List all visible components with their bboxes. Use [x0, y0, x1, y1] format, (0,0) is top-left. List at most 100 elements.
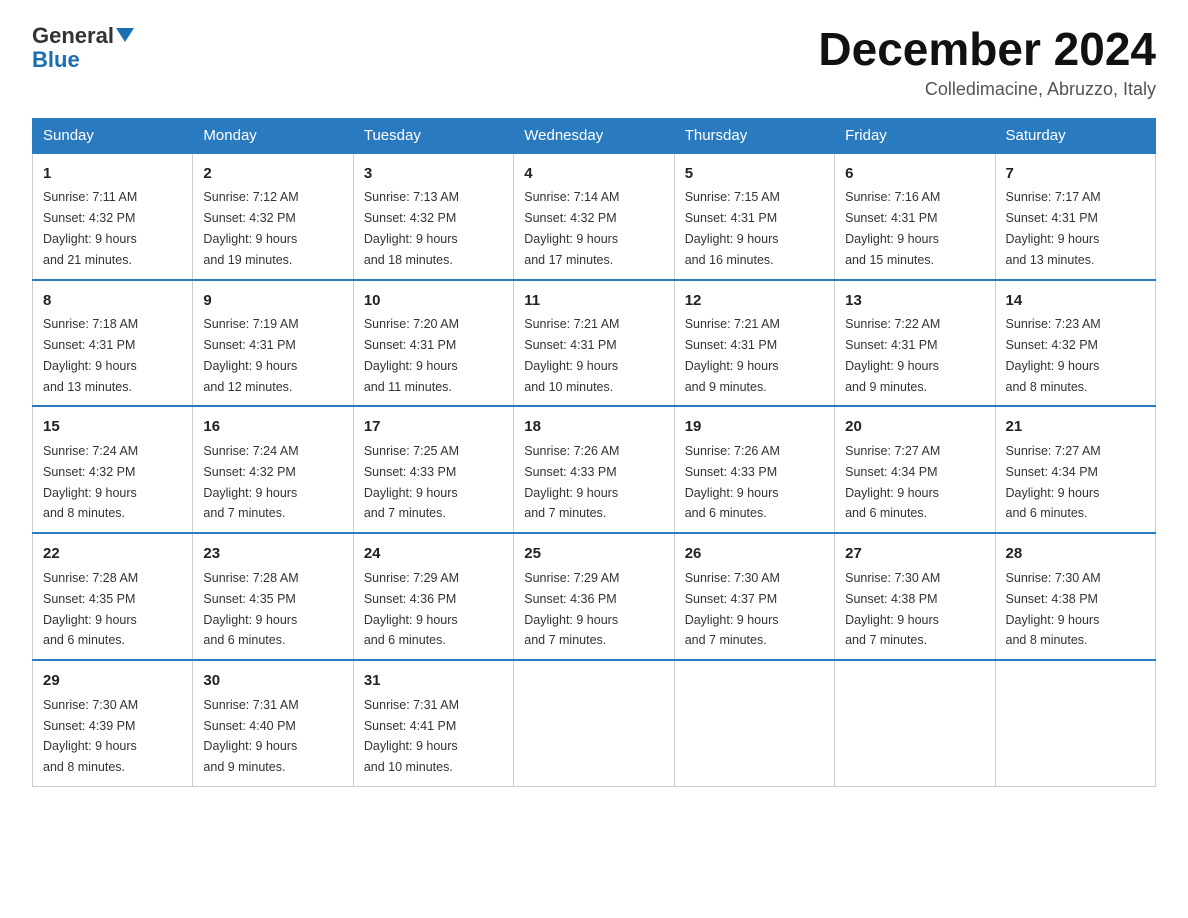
day-number: 17 [364, 415, 503, 438]
day-number: 28 [1006, 542, 1145, 565]
day-info: Sunrise: 7:24 AM Sunset: 4:32 PM Dayligh… [203, 444, 298, 521]
calendar-day-cell: 1Sunrise: 7:11 AM Sunset: 4:32 PM Daylig… [33, 153, 193, 280]
calendar-day-cell: 31 Sunrise: 7:31 AM Sunset: 4:41 PM Dayli… [353, 660, 513, 786]
day-number: 24 [364, 542, 503, 565]
calendar-day-cell: 4 Sunrise: 7:14 AM Sunset: 4:32 PM Daylig… [514, 153, 674, 280]
day-info: Sunrise: 7:13 AM Sunset: 4:32 PM Dayligh… [364, 190, 459, 267]
calendar-table: Sunday Monday Tuesday Wednesday Thursday… [32, 118, 1156, 788]
calendar-subtitle: Colledimacine, Abruzzo, Italy [818, 79, 1156, 100]
calendar-day-cell: 5Sunrise: 7:15 AM Sunset: 4:31 PM Daylig… [674, 153, 834, 280]
calendar-day-cell: 10 Sunrise: 7:20 AM Sunset: 4:31 PM Dayli… [353, 280, 513, 407]
col-friday: Friday [835, 118, 995, 153]
day-info: Sunrise: 7:12 AM Sunset: 4:32 PM Dayligh… [203, 190, 298, 267]
day-info: Sunrise: 7:15 AM Sunset: 4:31 PM Dayligh… [685, 190, 780, 267]
calendar-header: Sunday Monday Tuesday Wednesday Thursday… [33, 118, 1156, 153]
day-info: Sunrise: 7:16 AM Sunset: 4:31 PM Dayligh… [845, 190, 940, 267]
day-info: Sunrise: 7:17 AM Sunset: 4:31 PM Dayligh… [1006, 190, 1101, 267]
day-info: Sunrise: 7:31 AM Sunset: 4:41 PM Dayligh… [364, 698, 459, 775]
day-number: 27 [845, 542, 984, 565]
calendar-day-cell: 6 Sunrise: 7:16 AM Sunset: 4:31 PM Daylig… [835, 153, 995, 280]
day-info: Sunrise: 7:30 AM Sunset: 4:37 PM Dayligh… [685, 571, 780, 648]
day-number: 25 [524, 542, 663, 565]
day-info: Sunrise: 7:23 AM Sunset: 4:32 PM Dayligh… [1006, 317, 1101, 394]
day-info: Sunrise: 7:26 AM Sunset: 4:33 PM Dayligh… [524, 444, 619, 521]
day-number: 23 [203, 542, 342, 565]
calendar-day-cell: 27 Sunrise: 7:30 AM Sunset: 4:38 PM Dayli… [835, 533, 995, 660]
day-number: 6 [845, 162, 984, 185]
calendar-day-cell: 30 Sunrise: 7:31 AM Sunset: 4:40 PM Dayli… [193, 660, 353, 786]
calendar-day-cell [995, 660, 1155, 786]
calendar-body: 1Sunrise: 7:11 AM Sunset: 4:32 PM Daylig… [33, 153, 1156, 787]
calendar-day-cell: 23 Sunrise: 7:28 AM Sunset: 4:35 PM Dayli… [193, 533, 353, 660]
col-sunday: Sunday [33, 118, 193, 153]
logo-line2: Blue [32, 48, 80, 72]
calendar-week-row: 1Sunrise: 7:11 AM Sunset: 4:32 PM Daylig… [33, 153, 1156, 280]
calendar-day-cell: 22 Sunrise: 7:28 AM Sunset: 4:35 PM Dayli… [33, 533, 193, 660]
calendar-day-cell: 13 Sunrise: 7:22 AM Sunset: 4:31 PM Dayli… [835, 280, 995, 407]
day-number: 8 [43, 289, 182, 312]
calendar-day-cell: 15Sunrise: 7:24 AM Sunset: 4:32 PM Dayli… [33, 406, 193, 533]
day-info: Sunrise: 7:14 AM Sunset: 4:32 PM Dayligh… [524, 190, 619, 267]
col-thursday: Thursday [674, 118, 834, 153]
day-number: 20 [845, 415, 984, 438]
day-number: 31 [364, 669, 503, 692]
calendar-day-cell: 19 Sunrise: 7:26 AM Sunset: 4:33 PM Dayli… [674, 406, 834, 533]
calendar-week-row: 22 Sunrise: 7:28 AM Sunset: 4:35 PM Dayli… [33, 533, 1156, 660]
col-monday: Monday [193, 118, 353, 153]
calendar-day-cell: 7 Sunrise: 7:17 AM Sunset: 4:31 PM Daylig… [995, 153, 1155, 280]
day-number: 13 [845, 289, 984, 312]
day-info: Sunrise: 7:19 AM Sunset: 4:31 PM Dayligh… [203, 317, 298, 394]
day-number: 22 [43, 542, 182, 565]
day-info: Sunrise: 7:28 AM Sunset: 4:35 PM Dayligh… [203, 571, 298, 648]
logo: General Blue [32, 24, 134, 72]
day-info: Sunrise: 7:28 AM Sunset: 4:35 PM Dayligh… [43, 571, 138, 648]
calendar-day-cell: 21Sunrise: 7:27 AM Sunset: 4:34 PM Dayli… [995, 406, 1155, 533]
calendar-day-cell: 2 Sunrise: 7:12 AM Sunset: 4:32 PM Daylig… [193, 153, 353, 280]
day-info: Sunrise: 7:26 AM Sunset: 4:33 PM Dayligh… [685, 444, 780, 521]
day-number: 7 [1006, 162, 1145, 185]
day-info: Sunrise: 7:22 AM Sunset: 4:31 PM Dayligh… [845, 317, 940, 394]
calendar-day-cell: 24 Sunrise: 7:29 AM Sunset: 4:36 PM Dayli… [353, 533, 513, 660]
calendar-day-cell: 29Sunrise: 7:30 AM Sunset: 4:39 PM Dayli… [33, 660, 193, 786]
day-number: 11 [524, 289, 663, 312]
day-info: Sunrise: 7:29 AM Sunset: 4:36 PM Dayligh… [364, 571, 459, 648]
day-info: Sunrise: 7:30 AM Sunset: 4:39 PM Dayligh… [43, 698, 138, 775]
day-number: 10 [364, 289, 503, 312]
day-number: 18 [524, 415, 663, 438]
calendar-day-cell [835, 660, 995, 786]
day-info: Sunrise: 7:27 AM Sunset: 4:34 PM Dayligh… [845, 444, 940, 521]
calendar-day-cell: 20 Sunrise: 7:27 AM Sunset: 4:34 PM Dayli… [835, 406, 995, 533]
calendar-day-cell: 28Sunrise: 7:30 AM Sunset: 4:38 PM Dayli… [995, 533, 1155, 660]
day-info: Sunrise: 7:18 AM Sunset: 4:31 PM Dayligh… [43, 317, 138, 394]
day-number: 30 [203, 669, 342, 692]
day-number: 12 [685, 289, 824, 312]
day-info: Sunrise: 7:20 AM Sunset: 4:31 PM Dayligh… [364, 317, 459, 394]
calendar-day-cell: 8 Sunrise: 7:18 AM Sunset: 4:31 PM Daylig… [33, 280, 193, 407]
day-info: Sunrise: 7:21 AM Sunset: 4:31 PM Dayligh… [524, 317, 619, 394]
calendar-day-cell: 3Sunrise: 7:13 AM Sunset: 4:32 PM Daylig… [353, 153, 513, 280]
day-info: Sunrise: 7:31 AM Sunset: 4:40 PM Dayligh… [203, 698, 298, 775]
day-info: Sunrise: 7:29 AM Sunset: 4:36 PM Dayligh… [524, 571, 619, 648]
col-wednesday: Wednesday [514, 118, 674, 153]
day-number: 26 [685, 542, 824, 565]
day-info: Sunrise: 7:25 AM Sunset: 4:33 PM Dayligh… [364, 444, 459, 521]
day-number: 19 [685, 415, 824, 438]
day-number: 15 [43, 415, 182, 438]
calendar-day-cell: 12Sunrise: 7:21 AM Sunset: 4:31 PM Dayli… [674, 280, 834, 407]
page-header: General Blue December 2024 Colledimacine… [32, 24, 1156, 100]
calendar-day-cell: 25 Sunrise: 7:29 AM Sunset: 4:36 PM Dayli… [514, 533, 674, 660]
calendar-day-cell [514, 660, 674, 786]
calendar-day-cell: 26 Sunrise: 7:30 AM Sunset: 4:37 PM Dayli… [674, 533, 834, 660]
day-info: Sunrise: 7:30 AM Sunset: 4:38 PM Dayligh… [845, 571, 940, 648]
day-number: 2 [203, 162, 342, 185]
day-number: 4 [524, 162, 663, 185]
calendar-week-row: 8 Sunrise: 7:18 AM Sunset: 4:31 PM Daylig… [33, 280, 1156, 407]
calendar-day-cell: 14Sunrise: 7:23 AM Sunset: 4:32 PM Dayli… [995, 280, 1155, 407]
day-number: 21 [1006, 415, 1145, 438]
calendar-day-cell [674, 660, 834, 786]
calendar-day-cell: 9Sunrise: 7:19 AM Sunset: 4:31 PM Daylig… [193, 280, 353, 407]
col-saturday: Saturday [995, 118, 1155, 153]
logo-line1: General [32, 24, 134, 48]
day-number: 16 [203, 415, 342, 438]
calendar-day-cell: 11 Sunrise: 7:21 AM Sunset: 4:31 PM Dayli… [514, 280, 674, 407]
